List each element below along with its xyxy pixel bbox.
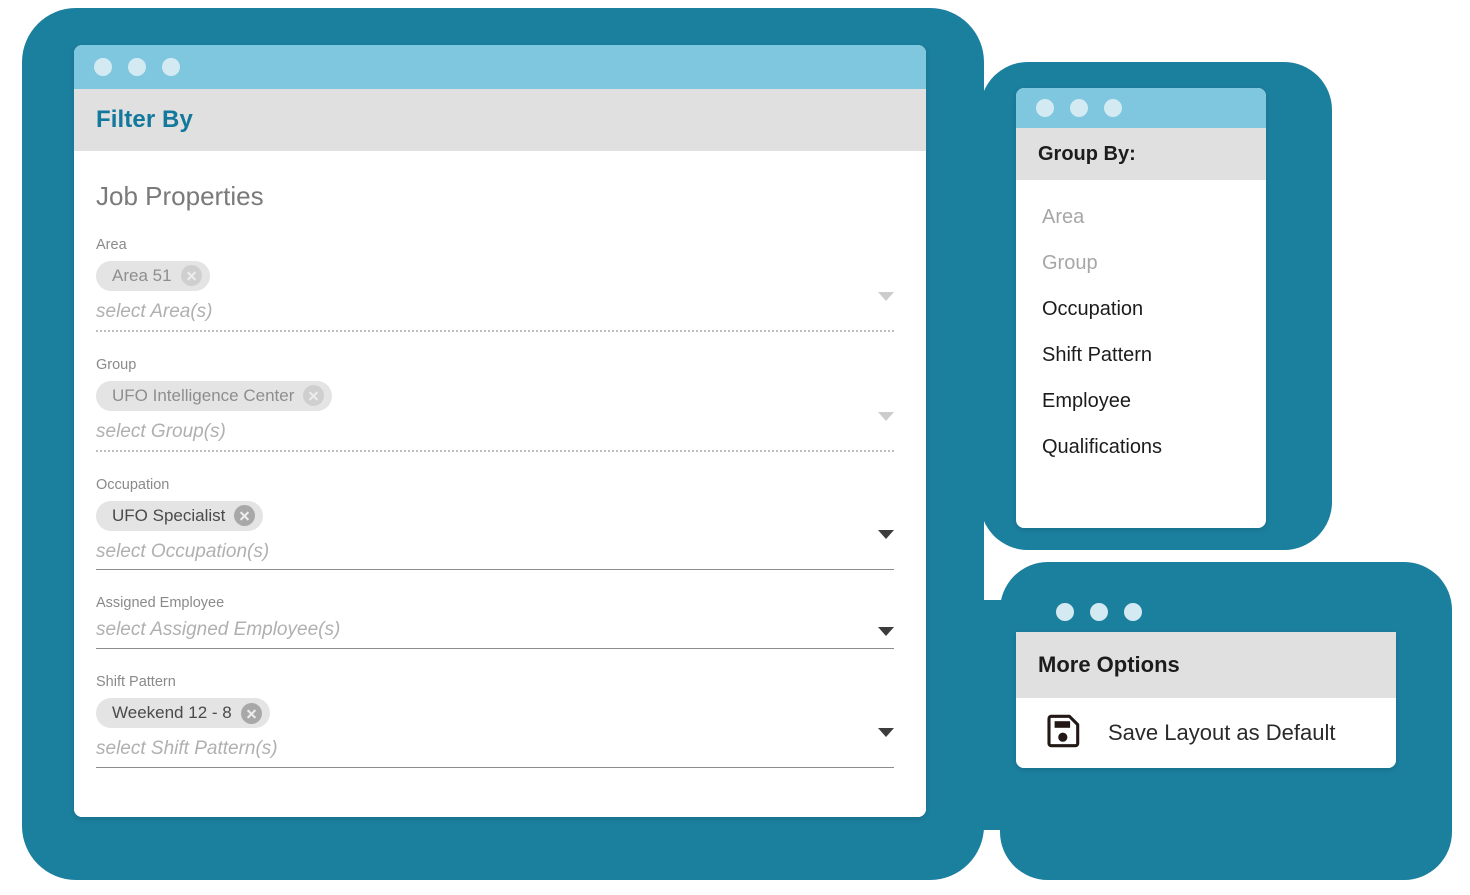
field-input-line: select Shift Pattern(s) [96, 738, 894, 767]
filter-header-band: Filter By [74, 89, 926, 151]
group-by-item-qualifications[interactable]: Qualifications [1016, 424, 1266, 470]
field-placeholder[interactable]: select Shift Pattern(s) [96, 738, 278, 760]
save-layout-as-default-button[interactable]: Save Layout as Default [1016, 698, 1396, 768]
filter-field-occupation[interactable]: Occupation UFO Specialist select Occupatio… [96, 476, 904, 571]
filter-field-shift-pattern[interactable]: Shift Pattern Weekend 12 - 8 select Shift … [96, 674, 904, 768]
selected-chip[interactable]: UFO Intelligence Center [96, 380, 333, 411]
group-by-item-shift-pattern[interactable]: Shift Pattern [1016, 332, 1266, 378]
field-label: Group [96, 356, 137, 373]
field-underline [96, 569, 894, 571]
chip-label: Weekend 12 - 8 [112, 703, 232, 723]
selected-chip[interactable]: Area 51 [96, 260, 210, 291]
field-placeholder[interactable]: select Area(s) [96, 301, 213, 323]
group-by-title: Group By: [1038, 142, 1136, 165]
section-heading: Job Properties [96, 181, 264, 211]
window-dot-minimize-icon[interactable] [1070, 99, 1088, 117]
more-options-window: More Options Save Layout as Default [1016, 632, 1396, 768]
field-underline [96, 329, 894, 332]
group-by-list: Area Group Occupation Shift Pattern Employee… [1016, 180, 1266, 470]
window-dot-maximize-icon[interactable] [1104, 99, 1122, 117]
filter-field-area[interactable]: Area Area 51 select Area(s) [96, 237, 904, 332]
more-options-titlebar [1036, 600, 1142, 624]
filter-by-window: Filter By Job Properties Area Area 51 sele… [74, 45, 926, 817]
chevron-down-icon[interactable] [878, 530, 894, 540]
window-dot-maximize-icon[interactable] [162, 58, 180, 76]
window-dot-close-icon[interactable] [94, 58, 112, 76]
field-label: Area [96, 237, 127, 253]
group-by-window: Group By: Area Group Occupation Shift Patte… [1016, 88, 1266, 528]
chevron-down-icon[interactable] [878, 291, 894, 301]
field-underline [96, 648, 894, 650]
chevron-down-icon[interactable] [878, 411, 894, 421]
group-by-item-area: Area [1042, 206, 1085, 228]
group-window-titlebar [1016, 88, 1266, 128]
chip-remove-icon[interactable] [240, 702, 262, 724]
filter-fields-container: Area Area 51 select Area(s) Group UFO Intell… [96, 237, 904, 768]
chip-remove-icon[interactable] [303, 385, 325, 407]
selected-chips-row: Weekend 12 - 8 [96, 698, 894, 738]
window-dot-minimize-icon[interactable] [128, 58, 146, 76]
filter-field-group[interactable]: Group UFO Intelligence Center select Group… [96, 356, 904, 452]
field-underline [96, 766, 894, 768]
field-label: Occupation [96, 476, 170, 493]
screenshot-stage: Filter By Job Properties Area Area 51 sele… [0, 0, 1470, 895]
field-placeholder[interactable]: select Occupation(s) [96, 541, 269, 563]
group-by-item-group: Group [1042, 252, 1098, 274]
chevron-down-icon[interactable] [878, 627, 894, 637]
more-options-header-band: More Options [1016, 632, 1396, 698]
chip-remove-icon[interactable] [180, 265, 202, 287]
field-label: Assigned Employee [96, 595, 225, 612]
group-by-item-occupation[interactable]: Occupation [1016, 286, 1266, 332]
filter-form-body: Job Properties Area Area 51 select Area(s)… [74, 151, 926, 817]
filter-field-assigned-employee[interactable]: Assigned Employee select Assigned Employe… [96, 595, 904, 650]
floppy-disk-icon [1046, 714, 1080, 753]
field-input-line: select Group(s) [96, 421, 894, 450]
group-header-band: Group By: [1016, 128, 1266, 180]
field-input-line: select Assigned Employee(s) [96, 619, 894, 648]
chip-label: Area 51 [112, 265, 172, 285]
selected-chips-row: UFO Intelligence Center [96, 380, 894, 421]
chip-remove-icon[interactable] [234, 505, 256, 526]
field-placeholder[interactable]: select Group(s) [96, 421, 226, 443]
selected-chips-row: UFO Specialist [96, 500, 894, 541]
field-label: Shift Pattern [96, 674, 176, 691]
chip-label: UFO Specialist [112, 505, 226, 525]
window-dot-close-icon[interactable] [1056, 603, 1074, 621]
group-by-item-employee[interactable]: Employee [1016, 378, 1266, 424]
window-dot-maximize-icon[interactable] [1124, 603, 1142, 621]
field-input-line: select Occupation(s) [96, 541, 894, 570]
field-underline [96, 449, 894, 452]
page-title: Filter By [96, 106, 193, 133]
window-dot-close-icon[interactable] [1036, 99, 1054, 117]
selected-chip[interactable]: UFO Specialist [96, 500, 264, 531]
chevron-down-icon[interactable] [878, 727, 894, 737]
window-dot-minimize-icon[interactable] [1090, 603, 1108, 621]
filter-window-titlebar [74, 45, 926, 89]
save-layout-label: Save Layout as Default [1108, 720, 1336, 745]
selected-chip[interactable]: Weekend 12 - 8 [96, 698, 270, 729]
field-input-line: select Area(s) [96, 301, 894, 330]
chip-label: UFO Intelligence Center [112, 385, 295, 405]
more-options-title: More Options [1038, 652, 1180, 677]
field-placeholder[interactable]: select Assigned Employee(s) [96, 619, 340, 641]
selected-chips-row: Area 51 [96, 260, 894, 301]
